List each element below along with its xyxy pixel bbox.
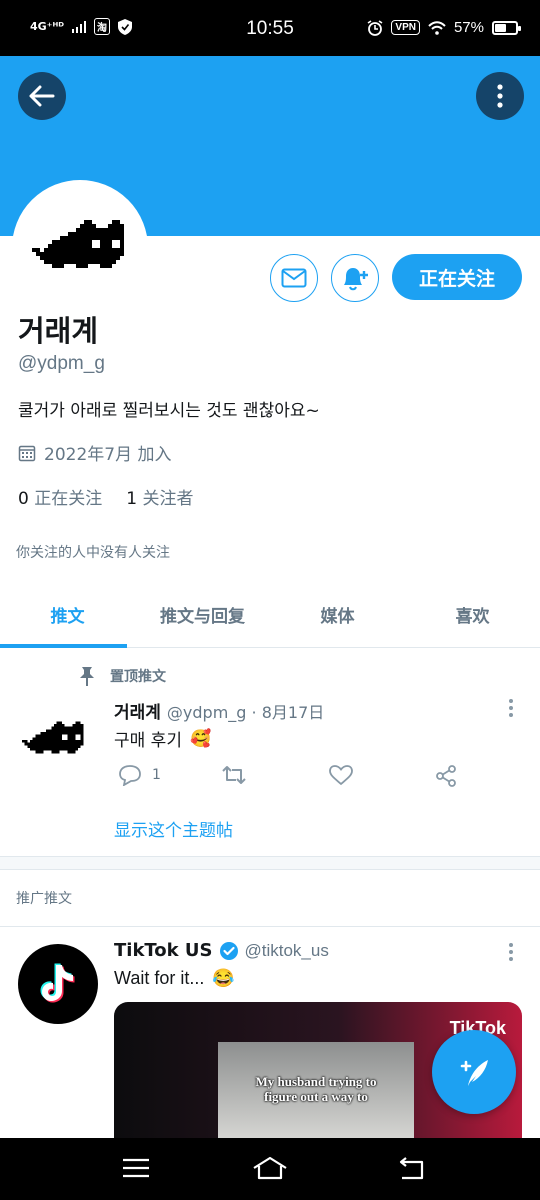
section-divider	[0, 856, 540, 870]
share-icon	[436, 765, 456, 787]
follow-stats: 0 正在关注 1 关注者	[18, 484, 193, 509]
system-navigation-bar	[0, 1138, 540, 1200]
following-link[interactable]: 0 正在关注	[18, 484, 102, 509]
promoted-text-body: Wait for it...	[114, 968, 205, 988]
display-name: 거래계	[18, 314, 99, 348]
notifications-button[interactable]	[331, 254, 379, 302]
show-thread-link[interactable]: 显示这个主题帖	[114, 816, 233, 841]
promoted-label: 推广推文	[16, 891, 72, 907]
back-button[interactable]	[18, 72, 66, 120]
menu-icon	[123, 1158, 149, 1178]
pin-icon	[80, 667, 94, 686]
back-nav-icon	[399, 1157, 424, 1180]
profile-bio: 쿨거가 아래로 찔러보시는 것도 괜찮아요~	[18, 401, 320, 421]
tweet-avatar[interactable]	[22, 710, 86, 774]
black-cat-avatar	[22, 721, 84, 754]
calendar-icon	[18, 445, 36, 461]
status-right: VPN 57%	[367, 19, 521, 36]
battery-percent: 57%	[453, 19, 484, 36]
status-bar: 4G⁺ᴴᴰ 淘 10:55 VPN 57%	[0, 0, 540, 56]
reply-icon	[119, 765, 141, 786]
followers-count: 1	[126, 489, 138, 509]
pinned-indicator: 置顶推文	[78, 666, 166, 686]
video-caption: My husband trying to figure out a way to	[218, 1074, 414, 1104]
tweet-actions: 1	[114, 764, 474, 794]
retweet-icon	[222, 766, 246, 784]
menu-nav-button[interactable]	[122, 1158, 150, 1182]
back-nav-button[interactable]	[398, 1156, 426, 1184]
tiktok-logo-icon	[40, 963, 75, 1003]
tab-tweets[interactable]: 推文	[0, 586, 135, 648]
battery-icon	[492, 20, 521, 35]
compose-feather-icon	[460, 1060, 488, 1086]
tab-media[interactable]: 媒体	[270, 586, 405, 647]
reply-button[interactable]: 1	[118, 764, 161, 786]
more-vertical-icon	[497, 84, 503, 108]
following-button[interactable]: 正在关注	[392, 254, 522, 300]
tweet-text: 구매 후기 🥰	[114, 726, 212, 752]
more-vertical-icon	[509, 699, 513, 717]
pinned-label: 置顶推文	[110, 669, 166, 685]
tab-likes[interactable]: 喜欢	[405, 586, 540, 647]
compose-tweet-button[interactable]	[432, 1030, 516, 1114]
tab-tweets-replies[interactable]: 推文与回复	[135, 586, 270, 647]
tiktok-avatar[interactable]	[18, 944, 98, 1024]
back-arrow-icon	[29, 85, 55, 107]
verified-badge-icon	[219, 941, 238, 960]
promoted-tweet-header: TikTok US @tiktok_us	[114, 940, 329, 961]
tweet-text-body: 구매 후기	[114, 731, 182, 751]
video-caption-line: My husband trying to	[255, 1074, 377, 1089]
followers-label: 关注者	[142, 489, 194, 509]
tweet-more-button[interactable]	[508, 698, 514, 722]
mutual-follows-note: 你关注的人中没有人关注	[16, 545, 170, 561]
video-caption-line: figure out a way to	[264, 1089, 368, 1104]
like-button[interactable]	[328, 764, 354, 786]
tweet-author-name[interactable]: 거래계	[114, 698, 161, 723]
message-button[interactable]	[270, 254, 318, 302]
smiling-hearts-emoji: 🥰	[189, 728, 212, 749]
black-cat-avatar	[32, 220, 124, 268]
home-icon	[253, 1156, 287, 1180]
following-label: 正在关注	[34, 489, 103, 509]
vpn-badge: VPN	[391, 20, 420, 35]
join-date: 2022年7月 加入	[18, 440, 171, 465]
more-vertical-icon	[509, 943, 513, 961]
retweet-button[interactable]	[220, 764, 248, 786]
profile-avatar[interactable]	[12, 180, 148, 316]
promoted-text: Wait for it... 😂	[114, 968, 235, 989]
wifi-icon	[428, 20, 446, 35]
followers-link[interactable]: 1 关注者	[126, 484, 193, 509]
heart-icon	[329, 765, 353, 786]
alarm-icon	[367, 19, 383, 36]
more-options-button[interactable]	[476, 72, 524, 120]
tweet-header: 거래계 @ydpm_g · 8月17日	[114, 698, 324, 723]
share-button[interactable]	[434, 764, 458, 788]
promoted-handle: @tiktok_us	[244, 940, 329, 960]
laughing-emoji: 😂	[212, 968, 235, 988]
promoted-author-name[interactable]: TikTok US	[114, 940, 213, 961]
envelope-icon	[281, 268, 307, 288]
join-date-text: 2022年7月 加入	[44, 445, 172, 465]
user-handle: @ydpm_g	[18, 353, 105, 374]
profile-tabs: 推文 推文与回复 媒体 喜欢	[0, 586, 540, 648]
home-nav-button[interactable]	[252, 1156, 288, 1184]
tweet-meta: @ydpm_g · 8月17日	[166, 703, 325, 722]
promoted-more-button[interactable]	[508, 942, 514, 966]
bell-plus-icon	[344, 268, 368, 291]
following-count: 0	[18, 489, 29, 509]
divider	[0, 926, 540, 927]
reply-count: 1	[152, 767, 161, 783]
